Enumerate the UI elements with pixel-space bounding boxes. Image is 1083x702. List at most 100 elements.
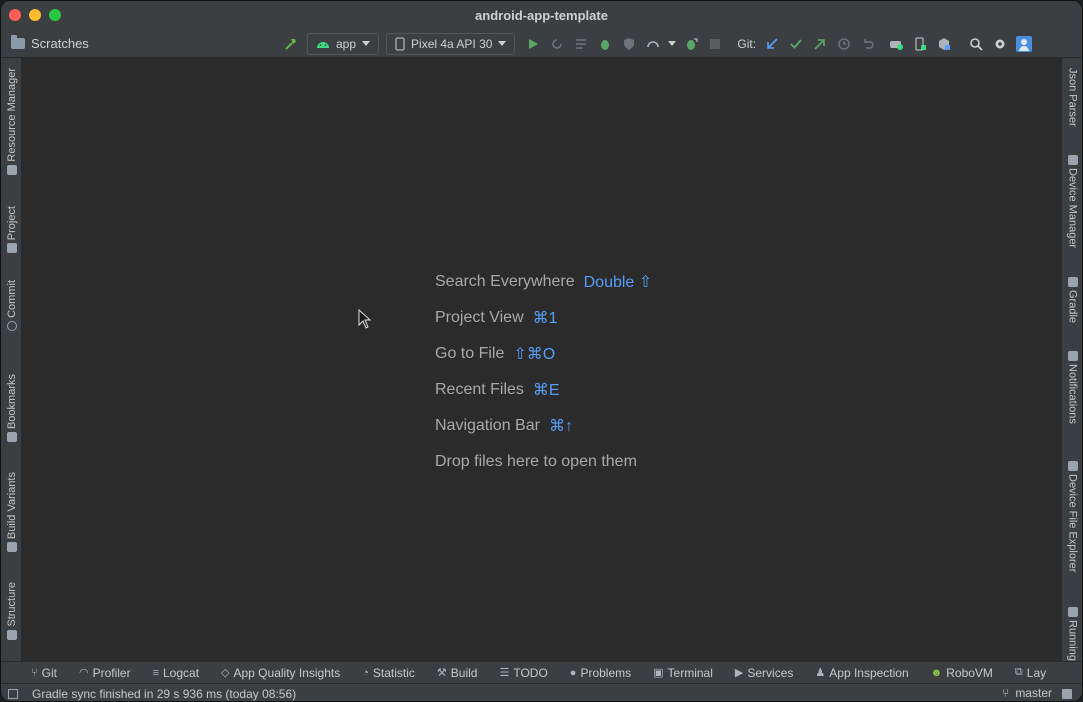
tab-build-variants-label: Build Variants xyxy=(5,472,18,540)
hint-label: Recent Files xyxy=(435,381,524,398)
tab-app-quality-insights[interactable]: ◇ App Quality Insights xyxy=(221,666,340,680)
status-message[interactable]: Gradle sync finished in 29 s 936 ms (tod… xyxy=(32,687,296,701)
tab-structure[interactable]: Structure xyxy=(1,582,22,643)
bookmark-icon xyxy=(6,432,17,443)
git-update-button[interactable] xyxy=(760,32,784,56)
check-icon xyxy=(790,38,802,49)
git-rollback-button[interactable] xyxy=(856,32,880,56)
readonly-lock-icon[interactable] xyxy=(1062,689,1072,699)
services-icon: ▶ xyxy=(734,667,744,679)
hint-label: Go to File xyxy=(435,345,505,362)
attach-debugger-button[interactable] xyxy=(679,32,703,56)
clock-icon xyxy=(838,37,850,50)
right-tool-strip: Json Parser Device Manager Gradle Notifi… xyxy=(1061,58,1082,661)
tab-bookmarks[interactable]: Bookmarks xyxy=(1,374,22,445)
tab-statistic[interactable]: ◔ Statistic xyxy=(362,666,415,680)
more-run-options-button[interactable] xyxy=(665,32,679,56)
device-mirroring-button[interactable] xyxy=(884,32,908,56)
avatar-icon xyxy=(1016,35,1033,52)
inspection-icon: ♟ xyxy=(815,667,826,679)
tab-logcat[interactable]: ≡ Logcat xyxy=(153,666,199,680)
run-config-label: app xyxy=(336,36,357,51)
sdk-manager-button[interactable] xyxy=(932,32,956,56)
rerun-icon xyxy=(552,38,563,49)
tab-terminal[interactable]: ▣ Terminal xyxy=(653,666,713,680)
shield-icon xyxy=(624,37,635,50)
account-button[interactable] xyxy=(1012,32,1036,56)
undo-icon xyxy=(864,38,874,49)
tab-gradle[interactable]: Gradle xyxy=(1062,274,1082,323)
ide-window: android-app-template Scratches app Pixel… xyxy=(0,0,1083,702)
device-manager-button[interactable] xyxy=(908,32,932,56)
tab-todo[interactable]: ☰ TODO xyxy=(499,666,547,680)
gradle-icon xyxy=(1067,277,1078,287)
stop-button[interactable] xyxy=(703,32,727,56)
debug-button[interactable] xyxy=(593,32,617,56)
tab-robovm[interactable]: ☻ RoboVM xyxy=(931,666,993,680)
cloud-device-icon xyxy=(890,40,904,50)
profile-button[interactable] xyxy=(641,32,665,56)
hint-navigation-bar: Navigation Bar ⌘↑ xyxy=(435,408,652,444)
gauge-icon xyxy=(647,40,660,47)
device-label: Pixel 4a API 30 xyxy=(411,36,493,51)
tab-todo-label: TODO xyxy=(513,665,548,680)
tab-git[interactable]: ⑂ Git xyxy=(31,666,57,680)
commit-icon xyxy=(6,320,17,331)
settings-button[interactable] xyxy=(988,32,1012,56)
tab-app-inspection-label: App Inspection xyxy=(829,665,909,680)
hint-shortcut: ⌘↑ xyxy=(548,418,573,435)
build-hammer-button[interactable] xyxy=(279,32,303,56)
git-push-button[interactable] xyxy=(808,32,832,56)
tab-app-quality-insights-label: App Quality Insights xyxy=(233,665,341,680)
tab-device-manager[interactable]: Device Manager xyxy=(1062,152,1082,248)
bottom-tool-tabs: ⑂ Git ◠ Profiler ≡ Logcat ◇ App Quality Insi… xyxy=(1,661,1082,683)
bell-icon xyxy=(1067,351,1078,361)
tab-profiler-label: Profiler xyxy=(92,665,131,680)
folder-icon xyxy=(6,243,17,254)
gear-icon xyxy=(995,39,1005,48)
tab-project[interactable]: Project xyxy=(1,206,22,256)
tab-notifications[interactable]: Notifications xyxy=(1062,348,1082,424)
toggle-tool-windows-icon[interactable] xyxy=(8,688,18,699)
git-branch-widget[interactable]: ⑂ master xyxy=(1002,686,1052,700)
run-config-select[interactable]: app xyxy=(307,32,380,55)
git-commit-button[interactable] xyxy=(784,32,808,56)
device-icon xyxy=(1067,607,1078,617)
tab-running[interactable]: Running xyxy=(1062,604,1082,661)
minimize-window-button[interactable] xyxy=(29,9,41,21)
apply-changes-button[interactable] xyxy=(545,32,569,56)
tab-json-parser[interactable]: Json Parser xyxy=(1062,68,1082,127)
hint-recent-files: Recent Files ⌘E xyxy=(435,372,652,408)
tab-build[interactable]: ⚒ Build xyxy=(437,666,478,680)
tab-device-file-explorer-label: Device File Explorer xyxy=(1066,474,1079,573)
chevron-down-icon xyxy=(498,41,507,46)
run-button[interactable] xyxy=(521,32,545,56)
tab-device-file-explorer[interactable]: Device File Explorer xyxy=(1062,458,1082,573)
tab-commit[interactable]: Commit xyxy=(1,280,22,334)
tab-problems[interactable]: ● Problems xyxy=(570,666,631,680)
tab-app-inspection[interactable]: ♟ App Inspection xyxy=(815,666,908,680)
tab-layout-inspector[interactable]: ⧉ Lay xyxy=(1015,666,1046,680)
hint-drop-files: Drop files here to open them xyxy=(435,444,652,480)
coverage-button[interactable] xyxy=(617,32,641,56)
project-breadcrumb[interactable]: Scratches xyxy=(1,34,89,51)
device-icon xyxy=(1067,155,1078,165)
main-toolbar: Scratches app Pixel 4a API 30 Git: xyxy=(1,29,1082,58)
close-window-button[interactable] xyxy=(9,9,21,21)
tab-resource-manager[interactable]: Resource Manager xyxy=(1,68,22,178)
tab-bookmarks-label: Bookmarks xyxy=(5,374,18,430)
tab-notifications-label: Notifications xyxy=(1066,364,1079,424)
tab-project-label: Project xyxy=(5,206,18,241)
hint-project-view: Project View ⌘1 xyxy=(435,300,652,336)
git-history-button[interactable] xyxy=(832,32,856,56)
device-select[interactable]: Pixel 4a API 30 xyxy=(386,32,516,55)
editor-area[interactable]: Search Everywhere Double ⇧ Project View … xyxy=(22,58,1063,661)
tab-build-variants[interactable]: Build Variants xyxy=(1,472,22,555)
status-bar: Gradle sync finished in 29 s 936 ms (tod… xyxy=(1,683,1082,701)
tab-profiler[interactable]: ◠ Profiler xyxy=(79,666,131,680)
zoom-window-button[interactable] xyxy=(49,9,61,21)
apply-code-changes-button[interactable] xyxy=(569,32,593,56)
tab-services[interactable]: ▶ Services xyxy=(735,666,793,680)
chevron-down-icon xyxy=(668,41,677,46)
search-everywhere-button[interactable] xyxy=(964,32,988,56)
